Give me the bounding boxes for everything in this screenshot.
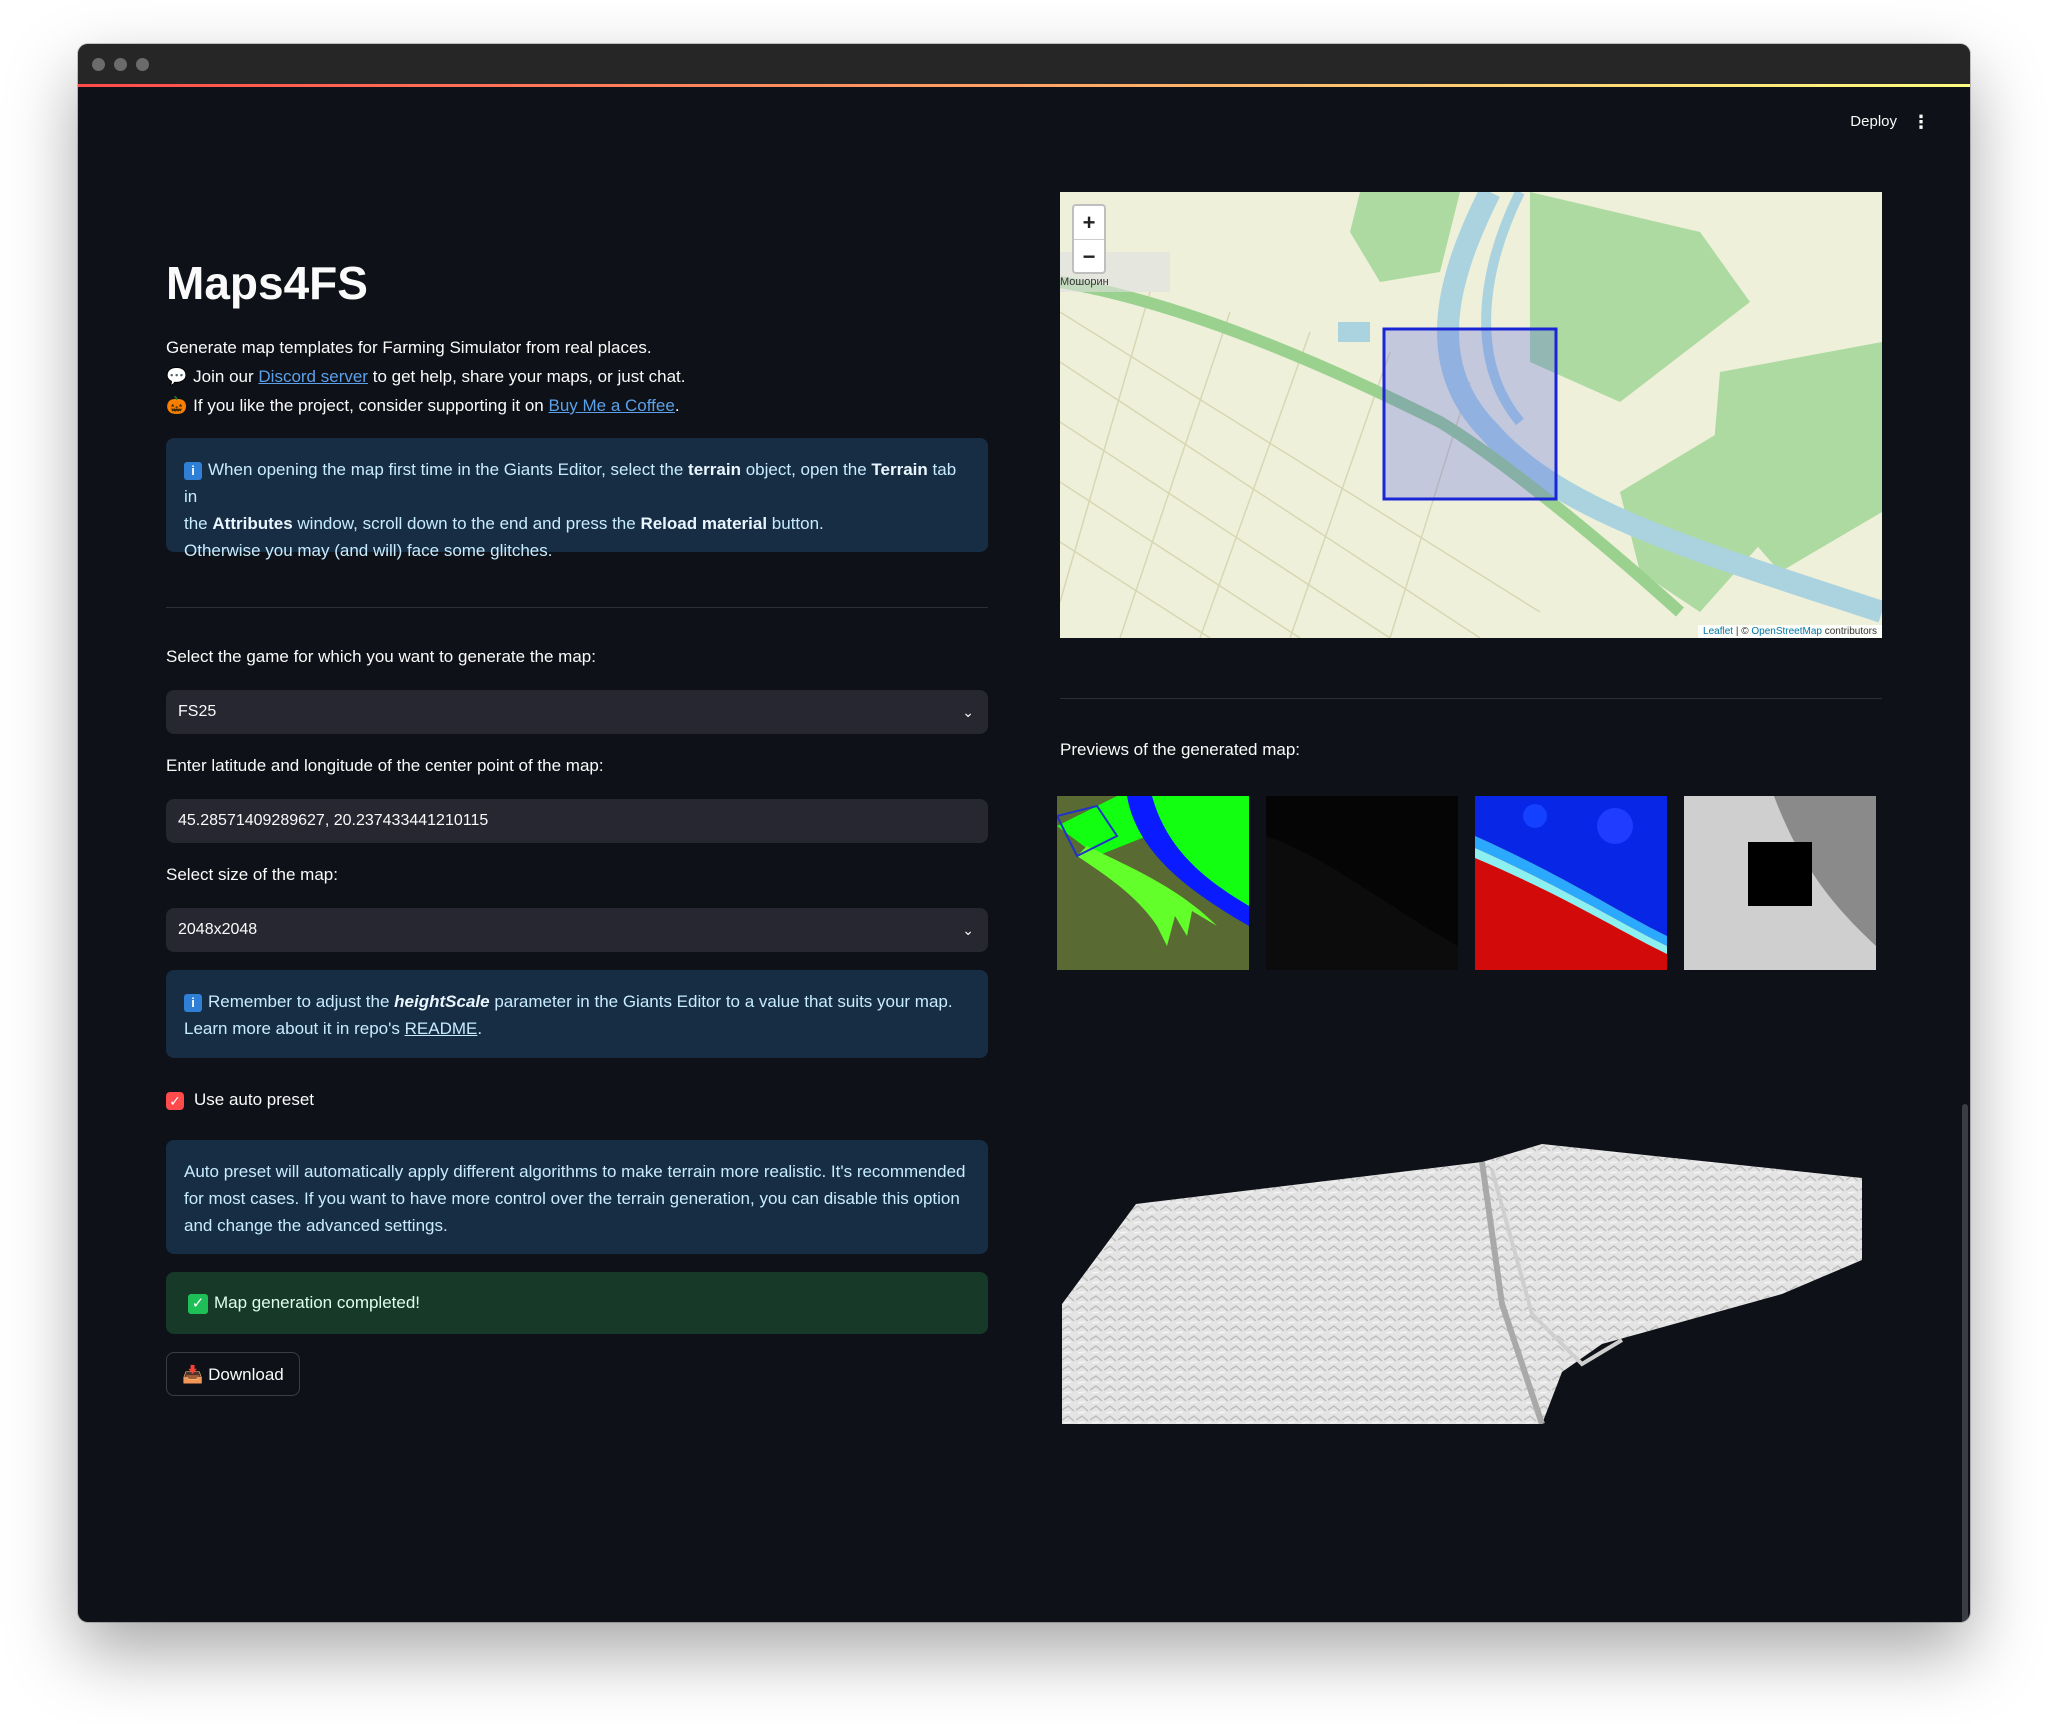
section-divider [166,607,988,608]
auto-preset-checkbox[interactable]: ✓ [166,1092,184,1110]
preview-texture-image [1057,796,1249,970]
window-maximize-dot[interactable] [136,58,149,71]
window-titlebar [78,44,1970,84]
openstreetmap-link[interactable]: OpenStreetMap [1751,626,1822,637]
download-button[interactable]: 📥 Download [166,1352,300,1396]
height-info-box: i Remember to adjust the heightScale para… [166,970,988,1058]
leaflet-link[interactable]: Leaflet [1703,626,1733,637]
buy-me-a-coffee-link[interactable]: Buy Me a Coffee [549,396,675,415]
previews-label: Previews of the generated map: [1060,740,1301,759]
window-minimize-dot[interactable] [114,58,127,71]
readme-link[interactable]: README [405,1019,478,1038]
editor-info-box: i When opening the map first time in the … [166,438,988,560]
deploy-button[interactable]: Deploy [1850,113,1897,130]
preview-elevation-colored-image [1475,796,1667,970]
coords-label: Enter latitude and longitude of the cent… [166,756,604,775]
size-select-label: Select size of the map: [166,865,338,884]
info-icon: i [184,461,202,480]
chevron-down-icon: ⌄ [962,704,974,720]
discord-line: 💬 Join our Discord server to get help, sh… [166,365,686,389]
map-tiles [1060,192,1882,638]
info-icon: i [184,993,202,1012]
size-select[interactable]: 2048x2048 ⌄ [166,908,988,952]
chevron-down-icon: ⌄ [962,922,974,938]
game-select[interactable]: FS25 ⌄ [166,690,988,734]
page-title: Maps4FS [166,257,368,309]
header-accent-line [78,84,1970,87]
coffee-line: 🎃 If you like the project, consider suppo… [166,394,680,418]
discord-link[interactable]: Discord server [258,367,368,386]
coords-input[interactable]: 45.28571409289627, 20.237433441210115 [166,799,988,843]
section-divider [1060,698,1882,699]
map-place-label: Мошорин [1060,276,1109,288]
auto-preset-info-box: Auto preset will automatically apply dif… [166,1140,988,1254]
map-attribution: Leaflet | © OpenStreetMap contributors [1698,625,1882,638]
speech-bubble-icon: 💬 [166,367,188,386]
app-window: Deploy ⋮ Maps4FS Generate map templates … [78,44,1970,1622]
kebab-menu-icon[interactable]: ⋮ [1912,112,1930,133]
success-alert: ✓ Map generation completed! [166,1272,988,1334]
window-close-dot[interactable] [92,58,105,71]
preview-heightmap-image [1266,796,1458,970]
game-select-label: Select the game for which you want to ge… [166,647,596,666]
zoom-in-button[interactable]: + [1074,206,1104,240]
preview-grayscale-image [1684,796,1876,970]
page-scrollbar[interactable] [1962,1104,1968,1622]
package-icon: 📥 [182,1365,204,1384]
map-view[interactable]: + − Мошорин Leaflet | © OpenStreetMap co… [1060,192,1882,638]
intro-text: Generate map templates for Farming Simul… [166,338,652,357]
zoom-out-button[interactable]: − [1074,240,1104,273]
pumpkin-icon: 🎃 [166,396,188,415]
check-icon: ✓ [188,1293,208,1314]
map-zoom-control: + − [1072,204,1106,274]
auto-preset-label: Use auto preset [194,1090,315,1109]
terrain-3d-preview[interactable] [1062,1144,1880,1425]
